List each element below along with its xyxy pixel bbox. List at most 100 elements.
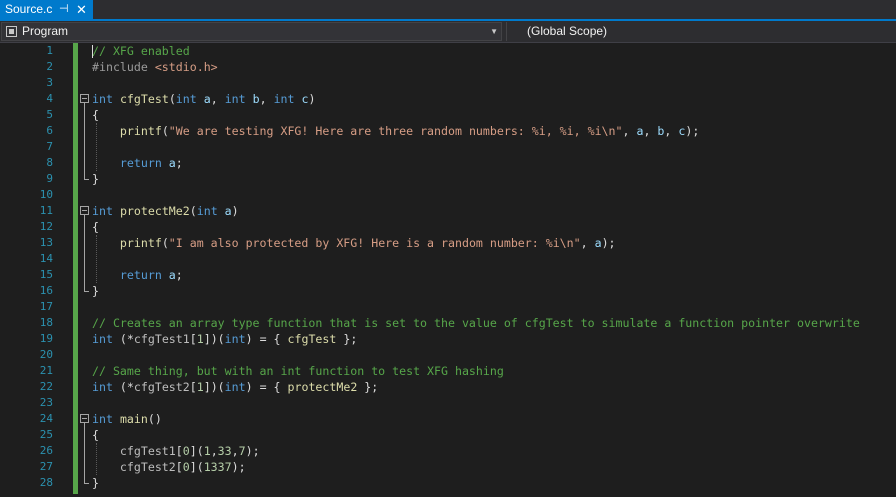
code-text: // XFG enabled — [92, 43, 190, 59]
code-token: 1 — [203, 444, 211, 458]
code-line[interactable]: 11 int protectMe2(int a) — [0, 203, 896, 219]
line-number: 28 — [39, 476, 53, 489]
project-icon — [6, 26, 17, 37]
code-token: return — [119, 156, 162, 170]
text-caret — [92, 45, 93, 58]
code-token: , — [622, 124, 637, 138]
pin-icon[interactable]: ⊣ — [59, 0, 69, 19]
outline-guide — [84, 103, 85, 179]
code-line[interactable]: 14 — [0, 251, 896, 267]
code-line[interactable]: 17 — [0, 299, 896, 315]
code-text: int main() — [92, 411, 162, 427]
code-line[interactable]: 1 // XFG enabled — [0, 43, 896, 59]
code-line[interactable]: 16} — [0, 283, 896, 299]
close-icon[interactable]: ✕ — [76, 0, 87, 19]
code-editor[interactable]: 1 // XFG enabled 2 #include <stdio.h> 3 4 int … — [0, 43, 896, 497]
tab-source-c[interactable]: Source.c ⊣ ✕ — [0, 0, 93, 19]
code-token: } — [92, 172, 99, 186]
code-text: // Creates an array type function that i… — [92, 315, 860, 331]
project-dropdown[interactable]: Program ▼ — [1, 22, 502, 41]
code-line[interactable]: 6 printf("We are testing XFG! Here are t… — [0, 123, 896, 139]
code-line[interactable]: 13 printf("I am also protected by XFG! H… — [0, 235, 896, 251]
code-token: [ — [189, 332, 197, 346]
collapse-icon[interactable] — [80, 414, 89, 423]
code-token: { — [92, 220, 99, 234]
outline-end — [84, 291, 89, 292]
code-line[interactable]: 5{ — [0, 107, 896, 123]
code-line[interactable]: 26 cfgTest1[0](1,33,7); — [0, 443, 896, 459]
code-token: cfgTest1 — [119, 444, 176, 458]
code-token: protectMe2 — [119, 204, 190, 218]
code-token: ); — [685, 124, 700, 138]
code-token: { — [92, 108, 99, 122]
code-token: int — [224, 92, 246, 106]
line-number: 11 — [39, 204, 53, 217]
code-line[interactable]: 18 // Creates an array type function that… — [0, 315, 896, 331]
code-token: 7 — [238, 444, 246, 458]
code-token: [ — [175, 460, 183, 474]
code-token: int — [224, 332, 246, 346]
code-line[interactable]: 4 int cfgTest(int a, int b, int c) — [0, 91, 896, 107]
code-token: , — [643, 124, 658, 138]
code-line[interactable]: 15 return a; — [0, 267, 896, 283]
code-text: // Same thing, but with an int function … — [92, 363, 504, 379]
line-number: 13 — [39, 236, 53, 249]
code-token: ; — [175, 156, 183, 170]
line-number: 24 — [39, 412, 53, 425]
code-line[interactable]: 25 { — [0, 427, 896, 443]
line-number: 5 — [46, 108, 53, 121]
code-line[interactable]: 2 #include <stdio.h> — [0, 59, 896, 75]
code-line[interactable]: 21 // Same thing, but with an int functio… — [0, 363, 896, 379]
code-line[interactable]: 3 — [0, 75, 896, 91]
code-token: ( — [189, 204, 197, 218]
collapse-icon[interactable] — [80, 94, 89, 103]
code-line[interactable]: 22 int (*cfgTest2[1])(int) = { protectMe2… — [0, 379, 896, 395]
code-line[interactable]: 27 cfgTest2[0](1337); — [0, 459, 896, 475]
code-token: , — [664, 124, 679, 138]
code-line[interactable]: 19 int (*cfgTest1[1])(int) = { cfgTest }; — [0, 331, 896, 347]
chevron-down-icon: ▼ — [490, 27, 498, 36]
code-line[interactable]: 23 — [0, 395, 896, 411]
code-line[interactable]: 8 return a; — [0, 155, 896, 171]
code-token: // Creates an array type function that i… — [92, 316, 860, 330]
code-token: , — [210, 444, 218, 458]
code-token: ); — [601, 236, 616, 250]
code-text: printf("I am also protected by XFG! Here… — [92, 235, 616, 251]
code-token: ( — [168, 92, 176, 106]
code-line[interactable]: 24 int main() — [0, 411, 896, 427]
line-number: 16 — [39, 284, 53, 297]
code-text: printf("We are testing XFG! Here are thr… — [92, 123, 699, 139]
code-line[interactable]: 9} — [0, 171, 896, 187]
code-line[interactable]: 10 — [0, 187, 896, 203]
project-dropdown-label: Program — [22, 24, 69, 38]
code-text: int protectMe2(int a) — [92, 203, 239, 219]
code-token: c — [301, 92, 309, 106]
code-token: ) — [308, 92, 316, 106]
code-line[interactable]: 28} — [0, 475, 896, 491]
code-token: ) = { — [245, 332, 288, 346]
code-line[interactable]: 20 — [0, 347, 896, 363]
code-token: ( — [161, 124, 169, 138]
code-line[interactable]: 7 — [0, 139, 896, 155]
code-text: { — [92, 427, 99, 443]
code-token: a — [168, 268, 176, 282]
code-token: #include — [92, 60, 155, 74]
collapse-icon[interactable] — [80, 206, 89, 215]
scope-dropdown[interactable]: (Global Scope) — [506, 22, 895, 41]
indent-guide — [96, 123, 97, 171]
code-token: () — [147, 412, 162, 426]
code-token: a — [168, 156, 176, 170]
line-number: 8 — [46, 156, 53, 169]
code-token: , — [580, 236, 595, 250]
code-text: int (*cfgTest1[1])(int) = { cfgTest }; — [92, 331, 357, 347]
code-token: ]( — [189, 460, 204, 474]
code-line[interactable]: 12 { — [0, 219, 896, 235]
line-number: 4 — [46, 92, 53, 105]
